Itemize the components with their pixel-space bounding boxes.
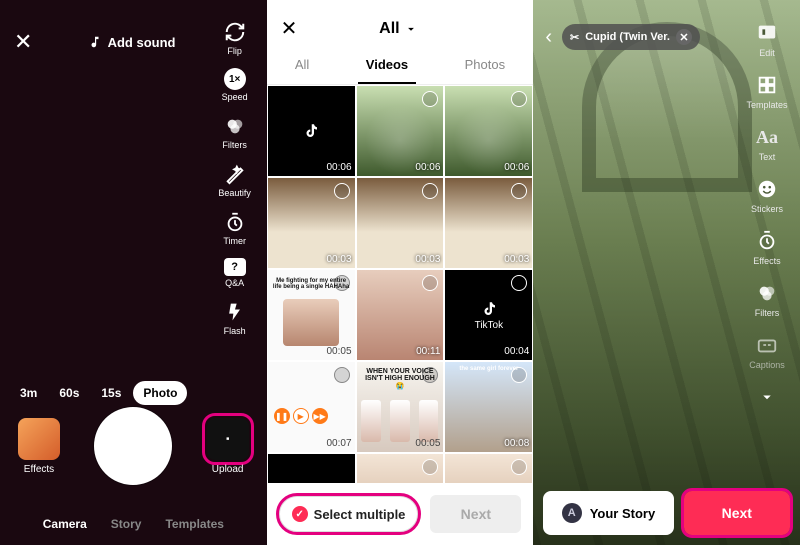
media-item[interactable]: 00:03: [267, 177, 356, 269]
close-icon[interactable]: ✕: [281, 16, 298, 41]
text-button[interactable]: AaText: [754, 124, 780, 162]
media-item[interactable]: 00:06: [356, 85, 445, 177]
speed-icon: 1×: [224, 68, 246, 90]
beautify-button[interactable]: Beautify: [218, 162, 251, 198]
media-item[interactable]: 00:06: [267, 85, 356, 177]
scissors-icon: ✂: [570, 31, 579, 44]
tab-photos[interactable]: Photos: [457, 47, 513, 84]
media-type-tabs: All Videos Photos: [267, 47, 534, 85]
your-story-button[interactable]: A Your Story: [543, 491, 673, 535]
shutter-button[interactable]: [94, 407, 172, 485]
music-note-icon: [88, 35, 102, 49]
media-item[interactable]: WHEN YOUR VOICE ISN'T HIGH ENOUGH 😭00:05: [356, 361, 445, 453]
expand-tools-button[interactable]: [754, 384, 780, 410]
qa-button[interactable]: ? Q&A: [224, 258, 246, 288]
media-item[interactable]: 00:11: [356, 269, 445, 361]
media-grid: 00:06 00:06 00:06 00:03 00:03 00:03 Me f…: [267, 85, 534, 483]
text-icon: Aa: [754, 124, 780, 150]
remove-sound-icon[interactable]: ✕: [676, 29, 692, 45]
timer-icon: [223, 210, 247, 234]
filters-button[interactable]: Filters: [754, 280, 780, 318]
select-multiple-button[interactable]: ✓ Select multiple: [279, 496, 419, 532]
mode-templates[interactable]: Templates: [165, 517, 223, 531]
flash-button[interactable]: Flash: [223, 300, 247, 336]
duration-photo[interactable]: Photo: [133, 381, 187, 405]
media-item[interactable]: Me fighting for my entire life being a s…: [267, 269, 356, 361]
stickers-button[interactable]: Stickers: [751, 176, 783, 214]
tab-videos[interactable]: Videos: [358, 47, 416, 84]
stickers-icon: [754, 176, 780, 202]
close-icon[interactable]: ✕: [14, 29, 32, 55]
effects-button[interactable]: Effects: [18, 418, 60, 475]
upload-thumb-icon: ■: [207, 418, 249, 460]
media-item[interactable]: ❚❚▶▶▶00:07: [267, 361, 356, 453]
media-item[interactable]: the same girl forever00:08: [444, 361, 533, 453]
flip-button[interactable]: Flip: [223, 20, 247, 56]
camera-screen: ✕ Add sound Flip 1× Speed Filters: [0, 0, 267, 545]
qa-icon: ?: [224, 258, 246, 276]
select-circle-icon[interactable]: [422, 91, 438, 107]
edit-icon: [754, 20, 780, 46]
filters-icon: [754, 280, 780, 306]
gallery-screen: ✕ All All Videos Photos 00:06 00:06 00:0…: [267, 0, 534, 545]
flip-icon: [223, 20, 247, 44]
sound-pill[interactable]: ✂ Cupid (Twin Ver. ✕: [562, 24, 700, 50]
effects-button[interactable]: Effects: [753, 228, 780, 266]
add-sound-label: Add sound: [108, 35, 176, 50]
timer-button[interactable]: Timer: [223, 210, 247, 246]
camera-tool-rail: Flip 1× Speed Filters Beautify Timer ? Q…: [213, 20, 257, 336]
editor-screen: ‹ ✂ Cupid (Twin Ver. ✕ Edit Templates Aa…: [533, 0, 800, 545]
effects-icon: [754, 228, 780, 254]
effects-thumb-icon: [18, 418, 60, 460]
flash-icon: [223, 300, 247, 324]
tab-all[interactable]: All: [287, 47, 317, 84]
chevron-down-icon: [404, 22, 418, 36]
chevron-down-icon: [754, 384, 780, 410]
duration-60s[interactable]: 60s: [49, 381, 89, 405]
speed-button[interactable]: 1× Speed: [222, 68, 248, 102]
filters-button[interactable]: Filters: [222, 114, 247, 150]
captions-button[interactable]: Captions: [749, 332, 785, 370]
next-button[interactable]: Next: [684, 491, 790, 535]
media-item[interactable]: 00:03: [356, 177, 445, 269]
captions-icon: [754, 332, 780, 358]
avatar: A: [562, 503, 582, 523]
upload-button[interactable]: ■ Upload: [207, 418, 249, 475]
check-icon: ✓: [292, 506, 308, 522]
back-icon[interactable]: ‹: [545, 26, 552, 49]
filters-icon: [223, 114, 247, 138]
edit-button[interactable]: Edit: [754, 20, 780, 58]
media-item[interactable]: 00:03: [444, 177, 533, 269]
beautify-icon: [223, 162, 247, 186]
duration-selector: 3m 60s 15s Photo: [10, 381, 187, 405]
next-button[interactable]: Next: [430, 495, 521, 533]
templates-icon: [754, 72, 780, 98]
mode-tabs: Camera Story Templates: [0, 517, 267, 531]
duration-3m[interactable]: 3m: [10, 381, 47, 405]
duration-15s[interactable]: 15s: [91, 381, 131, 405]
album-dropdown[interactable]: All: [379, 20, 417, 38]
editor-tool-rail: Edit Templates AaText Stickers Effects F…: [740, 20, 794, 410]
media-item[interactable]: TikTok: [267, 453, 356, 483]
media-item[interactable]: 00:06: [444, 85, 533, 177]
media-item[interactable]: [444, 453, 533, 483]
mode-camera[interactable]: Camera: [43, 517, 87, 531]
mode-story[interactable]: Story: [111, 517, 142, 531]
templates-button[interactable]: Templates: [746, 72, 787, 110]
media-item[interactable]: TikTok00:04: [444, 269, 533, 361]
media-item[interactable]: [356, 453, 445, 483]
add-sound-button[interactable]: Add sound: [88, 35, 176, 50]
